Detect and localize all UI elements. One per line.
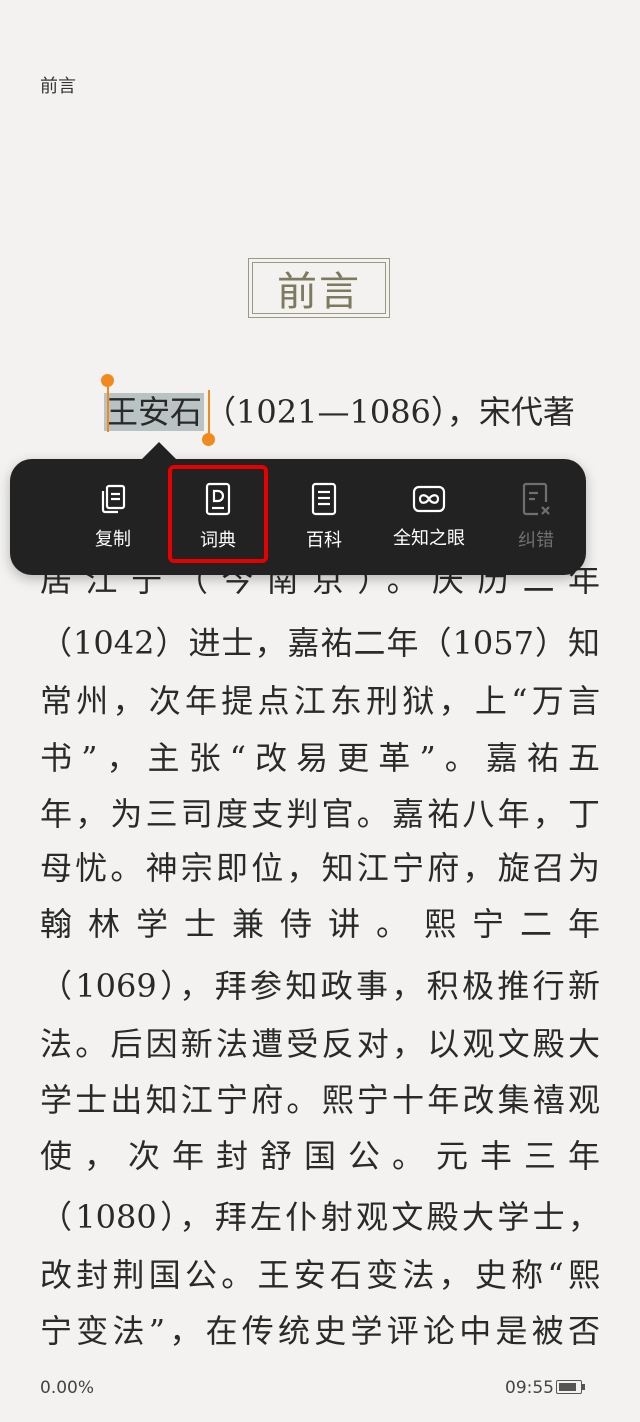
text-line[interactable]: （1069），拜参知政事，积极推行新 [40,961,600,1011]
selection-popup-pointer [142,442,176,459]
all-knowing-eye-label: 全知之眼 [393,528,465,549]
encyclopedia-label: 百科 [306,530,342,551]
battery-tip [582,1384,585,1390]
all-knowing-eye-button[interactable]: 全知之眼 [374,459,484,575]
text-line[interactable]: （1080），拜左仆射观文殿大学士， [40,1192,600,1242]
text-line[interactable]: 使，次年封舒国公。元丰三年 [40,1131,600,1181]
copy-icon [98,483,128,515]
text-line[interactable]: 年，为三司度支判官。嘉祐八年，丁 [40,789,600,839]
encyclopedia-button[interactable]: 百科 [274,459,374,575]
encyclopedia-icon [309,482,339,516]
dictionary-highlight [168,465,268,563]
text-line[interactable]: 翰林学士兼侍讲。熙宁二年 [40,899,600,949]
text-line[interactable]: （1042）进士，嘉祐二年（1057）知 [40,618,600,668]
text-line[interactable]: 母忧。神宗即位，知江宁府，旋召为 [40,843,600,893]
clock-time: 09:55 [505,1378,554,1398]
text-line[interactable]: 法。后因新法遭受反对，以观文殿大 [40,1019,600,1069]
chapter-title: 前言 [277,269,361,315]
text-line[interactable]: 改封荆国公。王安石变法，史称“熙 [40,1250,600,1300]
error-report-button[interactable]: 纠错 [486,459,586,575]
copy-button[interactable]: 复制 [63,459,163,575]
chapter-header: 前言 [40,76,76,97]
error-report-label: 纠错 [518,530,554,551]
selected-text[interactable]: 王安石 [104,393,205,431]
text-line[interactable]: 宁变法”，在传统史学评论中是被否 [40,1306,600,1356]
error-report-icon [520,482,552,516]
text-line[interactable]: 学士出知江宁府。熙宁十年改集禧观 [40,1075,600,1125]
text-line[interactable]: 王安石（1021—1086），宋代著 [40,387,600,437]
reading-progress: 0.00% [40,1378,95,1398]
selection-popup-menu: 复制 词典 百科 全知之眼 纠错 [10,459,586,575]
chapter-title-frame: 前言 [248,258,390,318]
copy-label: 复制 [95,529,131,550]
text-line[interactable]: 常州，次年提点江东刑狱，上“万言 [40,676,600,726]
infinity-icon [411,484,447,514]
battery-icon [556,1380,582,1394]
text-line[interactable]: 书”，主张“改易更革”。嘉祐五 [40,733,600,783]
